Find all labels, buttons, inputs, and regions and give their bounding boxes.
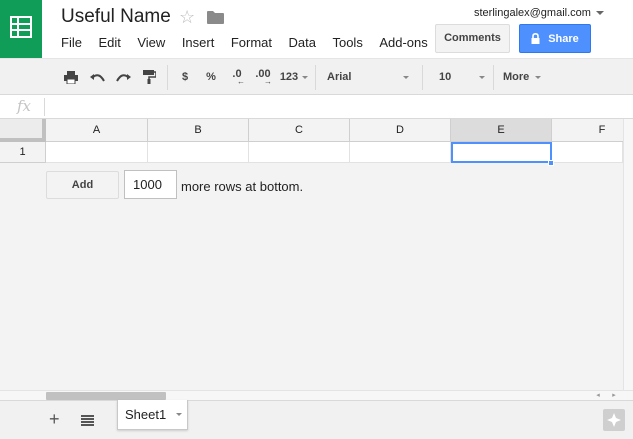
cell-c1[interactable] bbox=[249, 142, 350, 163]
print-icon[interactable] bbox=[60, 59, 82, 95]
formula-input[interactable] bbox=[50, 95, 620, 118]
cell-e1-active[interactable] bbox=[451, 142, 552, 163]
toolbar-divider bbox=[315, 65, 316, 90]
fill-handle[interactable] bbox=[548, 160, 554, 166]
formula-divider bbox=[44, 98, 45, 116]
share-label: Share bbox=[548, 32, 579, 45]
lock-icon bbox=[531, 33, 540, 44]
comments-button[interactable]: Comments bbox=[435, 24, 510, 53]
percent-format-button[interactable]: % bbox=[202, 59, 220, 95]
menu-insert[interactable]: Insert bbox=[182, 35, 215, 51]
undo-icon[interactable] bbox=[86, 59, 108, 95]
fx-icon: fx bbox=[17, 97, 32, 115]
cell-d1[interactable] bbox=[350, 142, 451, 163]
menu-file[interactable]: File bbox=[61, 35, 82, 51]
font-family-dropdown[interactable]: Arial bbox=[318, 59, 418, 95]
column-header-c[interactable]: C bbox=[249, 119, 350, 142]
font-size-dropdown[interactable]: 10 bbox=[426, 59, 490, 95]
menu-add-ons[interactable]: Add-ons bbox=[379, 35, 427, 51]
number-format-label: 123 bbox=[279, 71, 299, 83]
all-sheets-icon[interactable] bbox=[81, 413, 94, 431]
menu-data[interactable]: Data bbox=[289, 35, 316, 51]
chevron-down-icon bbox=[403, 75, 409, 79]
number-format-dropdown[interactable]: 123 bbox=[277, 59, 311, 95]
share-button[interactable]: Share bbox=[519, 24, 591, 53]
arrow-right-icon: → bbox=[264, 77, 272, 86]
menu-edit[interactable]: Edit bbox=[98, 35, 120, 51]
rows-count-input[interactable] bbox=[124, 170, 177, 199]
folder-icon[interactable] bbox=[207, 11, 224, 29]
rows-suffix-label: more rows at bottom. bbox=[181, 179, 304, 194]
sheets-logo[interactable] bbox=[0, 0, 42, 58]
menu-bar: File Edit View Insert Format Data Tools … bbox=[61, 35, 444, 51]
more-label: More bbox=[503, 71, 530, 83]
decrease-decimals-button[interactable]: .0 ← bbox=[225, 59, 249, 95]
star-icon[interactable]: ☆ bbox=[179, 6, 195, 28]
scroll-right-icon[interactable]: ▸ bbox=[609, 391, 619, 400]
sheets-logo-icon bbox=[10, 16, 32, 38]
add-rows-button[interactable]: Add bbox=[46, 171, 119, 199]
redo-icon[interactable] bbox=[112, 59, 134, 95]
column-header-a[interactable]: A bbox=[46, 119, 148, 142]
increase-decimals-button[interactable]: .00 → bbox=[251, 59, 275, 95]
row-header-1[interactable]: 1 bbox=[0, 142, 46, 163]
font-size-label: 10 bbox=[439, 71, 452, 83]
column-header-e[interactable]: E bbox=[451, 119, 552, 142]
horizontal-scroll-thumb[interactable] bbox=[46, 392, 166, 400]
column-header-f[interactable]: F bbox=[552, 119, 633, 142]
toolbar-divider bbox=[493, 65, 494, 90]
menu-format[interactable]: Format bbox=[231, 35, 272, 51]
menu-tools[interactable]: Tools bbox=[332, 35, 362, 51]
sheet-bar: + Sheet1 bbox=[0, 400, 633, 439]
arrow-left-icon: ← bbox=[237, 77, 245, 86]
sheet-tab-label: Sheet1 bbox=[125, 407, 167, 422]
chevron-down-icon bbox=[535, 75, 542, 79]
sheet-tab[interactable]: Sheet1 bbox=[117, 400, 188, 430]
spreadsheet-grid: A B C D E F 1 Add more rows at bottom. bbox=[0, 119, 633, 390]
formula-bar: fx bbox=[0, 95, 633, 119]
cell-a1[interactable] bbox=[46, 142, 148, 163]
select-all-corner[interactable] bbox=[0, 119, 46, 142]
account-email[interactable]: sterlingalex@gmail.com bbox=[474, 6, 591, 20]
scroll-left-icon[interactable]: ◂ bbox=[593, 391, 603, 400]
chevron-down-icon[interactable] bbox=[176, 413, 183, 416]
column-header-d[interactable]: D bbox=[350, 119, 451, 142]
menu-view[interactable]: View bbox=[137, 35, 165, 51]
more-toolbar-button[interactable]: More bbox=[497, 59, 549, 95]
font-family-label: Arial bbox=[327, 71, 352, 83]
toolbar-divider bbox=[167, 65, 168, 90]
explore-icon[interactable] bbox=[603, 409, 625, 431]
column-header-b[interactable]: B bbox=[148, 119, 249, 142]
cell-f1[interactable] bbox=[552, 142, 623, 163]
currency-format-button[interactable]: $ bbox=[176, 59, 194, 95]
toolbar-divider bbox=[422, 65, 423, 90]
chevron-down-icon bbox=[479, 75, 485, 79]
cell-b1[interactable] bbox=[148, 142, 249, 163]
vertical-scrollbar[interactable] bbox=[623, 119, 633, 390]
add-sheet-icon[interactable]: + bbox=[49, 410, 60, 428]
account-chevron-down-icon[interactable] bbox=[596, 11, 604, 15]
paint-format-icon[interactable] bbox=[138, 59, 160, 95]
app-header: Useful Name ☆ File Edit View Insert Form… bbox=[0, 0, 633, 58]
document-title[interactable]: Useful Name bbox=[61, 6, 171, 28]
horizontal-scrollbar[interactable]: ◂ ▸ bbox=[0, 390, 633, 400]
chevron-down-icon bbox=[302, 75, 309, 79]
toolbar: $ % .0 ← .00 → 123 Arial 10 More bbox=[0, 58, 633, 95]
